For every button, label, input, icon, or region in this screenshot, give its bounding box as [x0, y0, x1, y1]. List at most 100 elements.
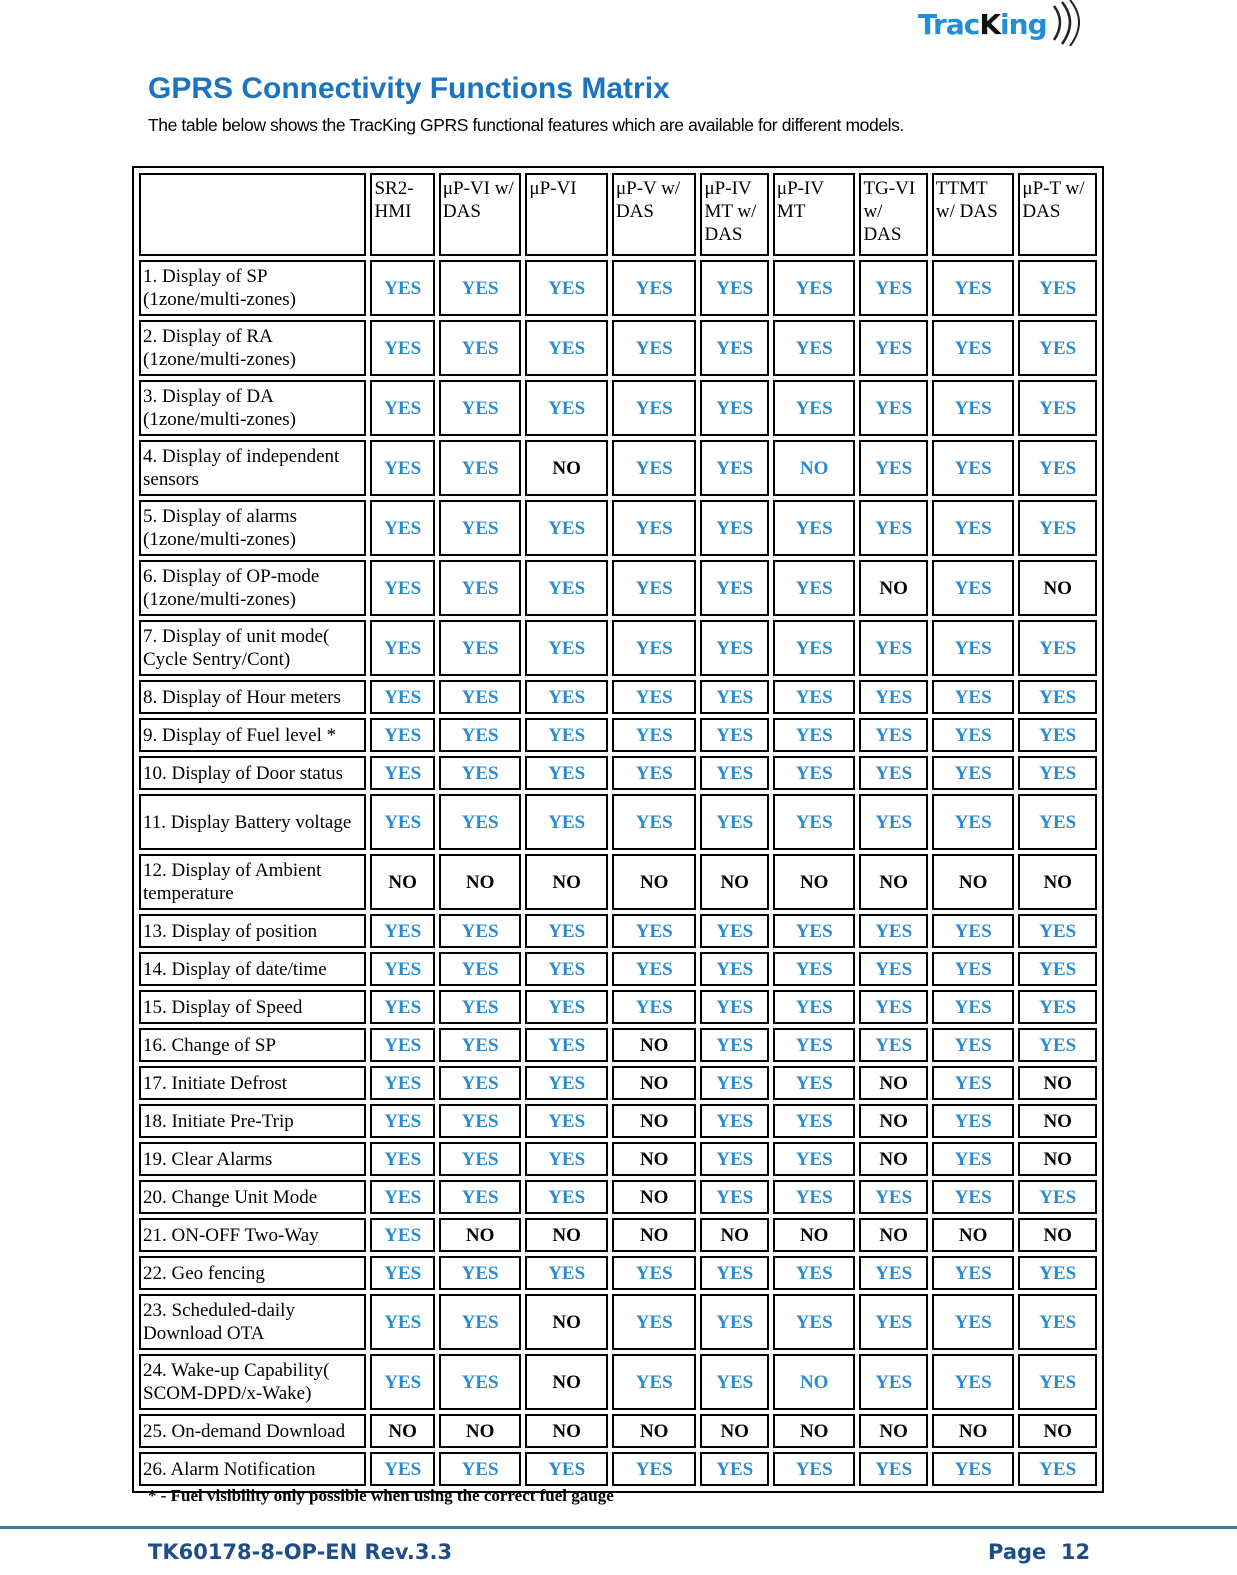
- column-header: μP-VI: [525, 173, 608, 256]
- availability-cell: YES: [611, 380, 697, 436]
- availability-cell: YES: [525, 1066, 608, 1100]
- matrix-table: SR2-HMI μP-VI w/ DAS μP-VI μP-V w/ DAS μP-IV…: [135, 169, 1101, 1490]
- availability-cell: YES: [931, 1354, 1015, 1410]
- availability-cell: YES: [700, 500, 769, 556]
- header-corner-cell: [139, 173, 367, 256]
- availability-cell: YES: [370, 1354, 435, 1410]
- availability-cell: NO: [700, 854, 769, 910]
- availability-cell: YES: [1018, 1256, 1097, 1290]
- availability-cell: YES: [700, 560, 769, 616]
- availability-cell: YES: [1018, 914, 1097, 948]
- table-row: 7. Display of unit mode( Cycle Sentry/Co…: [139, 620, 1097, 676]
- column-header: TTMT w/ DAS: [931, 173, 1015, 256]
- table-row: 10. Display of Door status YES YES YES YES YE…: [139, 756, 1097, 790]
- availability-cell: NO: [525, 1294, 608, 1350]
- availability-cell: YES: [859, 320, 928, 376]
- intro-text: The table below shows the TracKing GPRS …: [148, 115, 904, 135]
- feature-label: 11. Display Battery voltage: [139, 794, 367, 850]
- availability-cell: NO: [1018, 1218, 1097, 1252]
- availability-cell: YES: [370, 914, 435, 948]
- availability-cell: YES: [700, 1104, 769, 1138]
- column-header: SR2-HMI: [370, 173, 435, 256]
- availability-cell: YES: [1018, 380, 1097, 436]
- availability-cell: YES: [611, 1452, 697, 1486]
- availability-cell: YES: [438, 1452, 522, 1486]
- feature-label: 5. Display of alarms (1zone/multi-zones): [139, 500, 367, 556]
- availability-cell: YES: [525, 794, 608, 850]
- availability-cell: YES: [859, 1180, 928, 1214]
- availability-cell: NO: [525, 440, 608, 496]
- feature-label: 4. Display of independent sensors: [139, 440, 367, 496]
- availability-cell: YES: [370, 320, 435, 376]
- availability-cell: YES: [438, 1354, 522, 1410]
- table-row: 19. Clear Alarms YES YES YES NO YES YES NO YES NO: [139, 1142, 1097, 1176]
- availability-cell: NO: [931, 1218, 1015, 1252]
- availability-cell: YES: [438, 1294, 522, 1350]
- availability-cell: YES: [700, 794, 769, 850]
- availability-cell: NO: [1018, 560, 1097, 616]
- page-number: Page 12: [988, 1540, 1091, 1564]
- availability-cell: YES: [1018, 1180, 1097, 1214]
- availability-cell: NO: [772, 1414, 856, 1448]
- table-row: 11. Display Battery voltage YES YES YES YES Y…: [139, 794, 1097, 850]
- table-row: 18. Initiate Pre-Trip YES YES YES NO YES YES NO…: [139, 1104, 1097, 1138]
- availability-cell: YES: [772, 500, 856, 556]
- availability-cell: YES: [859, 914, 928, 948]
- availability-cell: NO: [772, 1218, 856, 1252]
- availability-cell: YES: [859, 1028, 928, 1062]
- availability-cell: YES: [370, 1218, 435, 1252]
- feature-label: 6. Display of OP-mode (1zone/multi-zones…: [139, 560, 367, 616]
- table-row: 22. Geo fencing YES YES YES YES YES YES YES YES Y…: [139, 1256, 1097, 1290]
- feature-label: 1. Display of SP (1zone/multi-zones): [139, 260, 367, 316]
- column-header: μP-V w/ DAS: [611, 173, 697, 256]
- availability-cell: YES: [370, 1256, 435, 1290]
- availability-cell: NO: [438, 1414, 522, 1448]
- footnote: * - Fuel visibility only possible when u…: [148, 1486, 614, 1505]
- feature-label: 2. Display of RA (1zone/multi-zones): [139, 320, 367, 376]
- availability-cell: YES: [772, 1256, 856, 1290]
- availability-cell: NO: [700, 1218, 769, 1252]
- availability-cell: YES: [1018, 952, 1097, 986]
- availability-cell: YES: [525, 914, 608, 948]
- footer-divider: [0, 1526, 1237, 1529]
- availability-cell: YES: [1018, 794, 1097, 850]
- availability-cell: YES: [700, 914, 769, 948]
- availability-cell: YES: [859, 260, 928, 316]
- availability-cell: YES: [611, 914, 697, 948]
- feature-label: 19. Clear Alarms: [139, 1142, 367, 1176]
- availability-cell: YES: [859, 620, 928, 676]
- availability-cell: NO: [1018, 854, 1097, 910]
- table-row: 12. Display of Ambient temperature NO NO NO…: [139, 854, 1097, 910]
- column-header: μP-IV MT: [772, 173, 856, 256]
- availability-cell: YES: [370, 1180, 435, 1214]
- availability-cell: YES: [370, 1028, 435, 1062]
- header-row: SR2-HMI μP-VI w/ DAS μP-VI μP-V w/ DAS μP-IV…: [139, 173, 1097, 256]
- availability-cell: YES: [438, 320, 522, 376]
- availability-cell: NO: [859, 1218, 928, 1252]
- availability-cell: YES: [772, 680, 856, 714]
- availability-cell: YES: [931, 1066, 1015, 1100]
- availability-cell: YES: [370, 1294, 435, 1350]
- feature-label: 10. Display of Door status: [139, 756, 367, 790]
- availability-cell: NO: [772, 854, 856, 910]
- availability-cell: YES: [525, 1142, 608, 1176]
- availability-cell: YES: [931, 1294, 1015, 1350]
- availability-cell: YES: [1018, 1294, 1097, 1350]
- availability-cell: YES: [370, 380, 435, 436]
- availability-cell: NO: [611, 1104, 697, 1138]
- availability-cell: YES: [859, 680, 928, 714]
- availability-cell: YES: [931, 1452, 1015, 1486]
- feature-label: 13. Display of position: [139, 914, 367, 948]
- signal-waves-icon: [1052, 0, 1080, 46]
- availability-cell: YES: [1018, 440, 1097, 496]
- availability-cell: YES: [700, 1294, 769, 1350]
- availability-cell: YES: [772, 1028, 856, 1062]
- tracking-logo: TracKing: [918, 0, 1088, 46]
- availability-cell: YES: [611, 756, 697, 790]
- table-row: 20. Change Unit Mode YES YES YES NO YES YES YES…: [139, 1180, 1097, 1214]
- availability-cell: NO: [611, 854, 697, 910]
- availability-cell: NO: [859, 1104, 928, 1138]
- availability-cell: YES: [931, 990, 1015, 1024]
- availability-cell: NO: [438, 854, 522, 910]
- availability-cell: YES: [700, 1028, 769, 1062]
